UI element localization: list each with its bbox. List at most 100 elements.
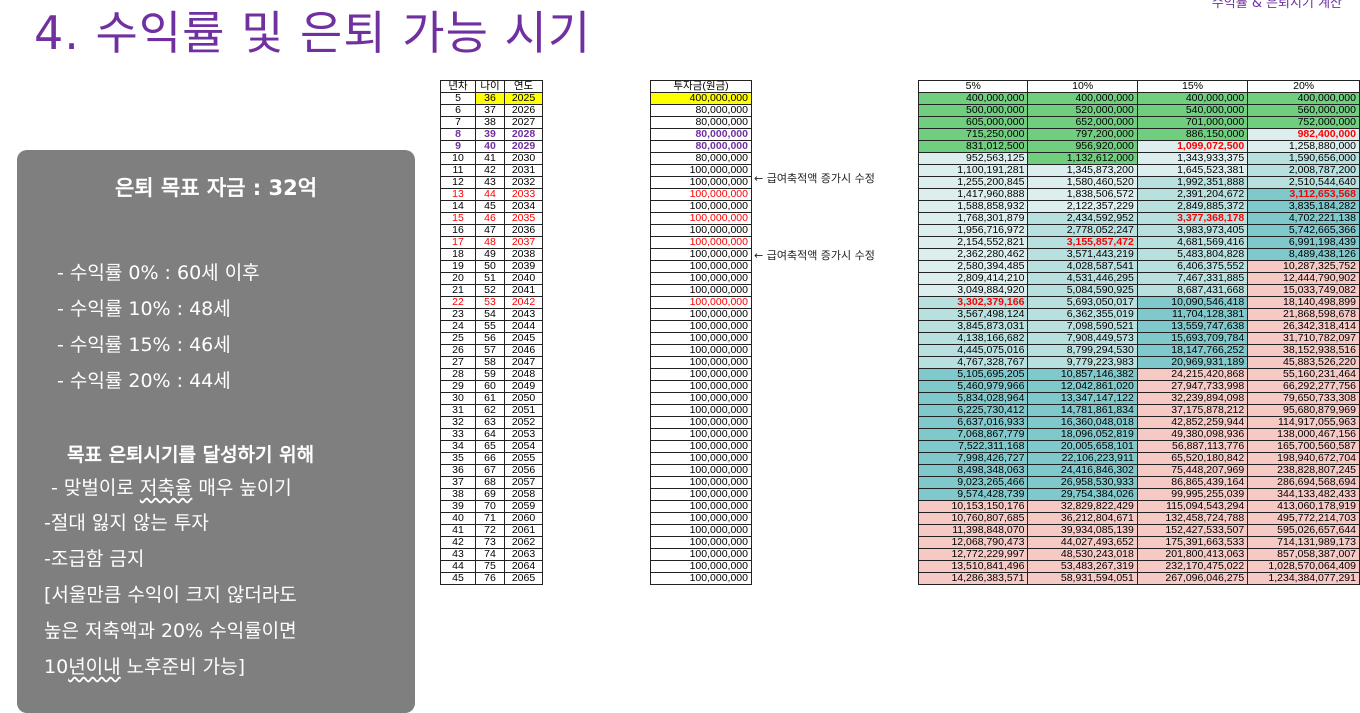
age-cell: 55 (475, 320, 505, 333)
investment-cell: 100,000,000 (650, 452, 752, 465)
investment-cell: 100,000,000 (650, 308, 752, 321)
return-20pct-cell: 21,868,598,678 (1247, 308, 1360, 321)
table-row: 6 37 2026 (440, 104, 543, 117)
table-row: 8,498,348,063 24,416,846,302 75,448,207,96… (917, 464, 1360, 477)
table-row: 38 69 2058 (440, 488, 543, 501)
calendar-year-cell: 2054 (504, 440, 543, 453)
table-row: 8 39 2028 (440, 128, 543, 141)
return-15pct-cell: 42,852,259,944 (1136, 416, 1249, 429)
return-20pct-cell: 66,292,277,756 (1247, 380, 1360, 393)
investment-cell: 100,000,000 (650, 224, 752, 237)
age-cell: 59 (475, 368, 505, 381)
age-cell: 63 (475, 416, 505, 429)
return-5pct-cell: 952,563,125 (917, 152, 1029, 165)
table-row: 1,768,301,879 2,434,592,952 3,377,368,178 4… (917, 212, 1360, 225)
investment-cell: 100,000,000 (650, 188, 752, 201)
tip-dual-income: - 맞벌이로 저축율 매우 높이기 (51, 473, 292, 500)
return-15pct-cell: 65,520,180,842 (1136, 452, 1249, 465)
age-cell: 48 (475, 236, 505, 249)
age-cell: 71 (475, 512, 505, 525)
table-row: 100,000,000 (650, 284, 752, 297)
return-10pct-cell: 3,155,857,472 (1027, 236, 1138, 249)
return-20pct-cell: 1,590,656,000 (1247, 152, 1360, 165)
return-20pct-cell: 138,000,467,156 (1247, 428, 1360, 441)
return-20pct-cell: 857,058,387,007 (1247, 548, 1360, 561)
salary-note-1: ← 급여축적액 증가시 수정 (754, 172, 875, 185)
return-15pct-cell: 37,175,878,212 (1136, 404, 1249, 417)
return-20pct-cell: 55,160,231,464 (1247, 368, 1360, 381)
return-15pct-cell: 18,147,766,252 (1136, 344, 1249, 357)
investment-cell: 100,000,000 (650, 464, 752, 477)
return-10pct-cell: 797,200,000 (1027, 128, 1138, 141)
return-5pct-cell: 10,760,807,685 (917, 512, 1029, 525)
return-20pct-cell: 2,510,544,640 (1247, 176, 1360, 189)
investment-cell: 100,000,000 (650, 368, 752, 381)
return-10pct-cell: 29,754,384,026 (1027, 488, 1138, 501)
investment-cell: 100,000,000 (650, 272, 752, 285)
calendar-year-cell: 2057 (504, 476, 543, 489)
return-15pct-cell: 7,467,331,885 (1136, 272, 1249, 285)
return-10pct-cell: 32,829,822,429 (1027, 500, 1138, 513)
table-row: 2,580,394,485 4,028,587,541 6,406,375,552 1… (917, 260, 1360, 273)
table-row: 1,255,200,845 1,580,460,520 1,992,351,888 2… (917, 176, 1360, 189)
return-15pct-cell: 56,887,113,776 (1136, 440, 1249, 453)
table-row: 100,000,000 (650, 296, 752, 309)
return-5pct-cell: 13,510,841,496 (917, 560, 1029, 573)
return-10pct-cell: 652,000,000 (1027, 116, 1138, 129)
table-row: 42 73 2062 (440, 536, 543, 549)
calendar-year-cell: 2050 (504, 392, 543, 405)
table-row: 100,000,000 (650, 200, 752, 213)
tip-savings-rate: 저축율 (139, 477, 193, 499)
table-row: 100,000,000 (650, 308, 752, 321)
return-20pct-cell: 12,444,790,902 (1247, 272, 1360, 285)
year-count-cell: 10 (440, 152, 476, 165)
year-count-cell: 31 (440, 404, 476, 417)
table-row: 12 43 2032 (440, 176, 543, 189)
corner-label: 수익률 & 은퇴시기 계산 (1211, 0, 1342, 11)
rate-0-line: - 수익률 0% : 60세 이후 (57, 262, 260, 284)
return-20pct-cell: 8,489,438,126 (1247, 248, 1360, 261)
age-cell: 47 (475, 224, 505, 237)
return-5pct-cell: 7,522,311,168 (917, 440, 1029, 453)
table-row: 100,000,000 (650, 380, 752, 393)
return-10pct-cell: 48,530,243,018 (1027, 548, 1138, 561)
return-20pct-cell: 45,883,526,220 (1247, 356, 1360, 369)
year-count-cell: 9 (440, 140, 476, 153)
return-15pct-cell: 99,995,255,039 (1136, 488, 1249, 501)
col-header-rate-5: 5% (917, 80, 1029, 93)
tip-dual-income-tail: 매우 높이기 (192, 477, 292, 499)
year-count-cell: 34 (440, 440, 476, 453)
table-row: 1,100,191,281 1,345,873,200 1,645,523,381 2… (917, 164, 1360, 177)
return-5pct-cell: 2,580,394,485 (917, 260, 1029, 273)
return-15pct-cell: 701,000,000 (1136, 116, 1249, 129)
return-5pct-cell: 2,362,280,462 (917, 248, 1029, 261)
table-row: 14,286,383,571 58,931,594,051 267,096,046,… (917, 572, 1360, 585)
year-count-cell: 22 (440, 296, 476, 309)
table-row: 100,000,000 (650, 440, 752, 453)
table-row: 100,000,000 (650, 236, 752, 249)
table-row: 9,023,265,466 26,958,530,933 86,865,439,16… (917, 476, 1360, 489)
col-header-investment: 투자금(원금) (650, 80, 752, 93)
year-count-cell: 14 (440, 200, 476, 213)
calendar-year-cell: 2027 (504, 116, 543, 129)
table-row: 43 74 2063 (440, 548, 543, 561)
age-cell: 58 (475, 356, 505, 369)
year-count-cell: 39 (440, 500, 476, 513)
return-10pct-cell: 24,416,846,302 (1027, 464, 1138, 477)
return-10pct-cell: 3,571,443,219 (1027, 248, 1138, 261)
return-15pct-cell: 49,380,098,936 (1136, 428, 1249, 441)
tip-no-rush: -조급함 금지 (44, 548, 145, 570)
year-count-cell: 41 (440, 524, 476, 537)
age-cell: 68 (475, 476, 505, 489)
return-5pct-cell: 500,000,000 (917, 104, 1029, 117)
table-row: 18 49 2038 (440, 248, 543, 261)
table-row: 12,068,790,473 44,027,493,652 175,391,663,… (917, 536, 1360, 549)
table-row: 80,000,000 (650, 104, 752, 117)
return-15pct-cell: 232,170,475,022 (1136, 560, 1249, 573)
age-cell: 39 (475, 128, 505, 141)
table-row: 80,000,000 (650, 128, 752, 141)
table-row: 15 46 2035 (440, 212, 543, 225)
table-row: 13,510,841,496 53,483,267,319 232,170,475,… (917, 560, 1360, 573)
return-20pct-cell: 286,694,568,694 (1247, 476, 1360, 489)
table-row: 25 56 2045 (440, 332, 543, 345)
